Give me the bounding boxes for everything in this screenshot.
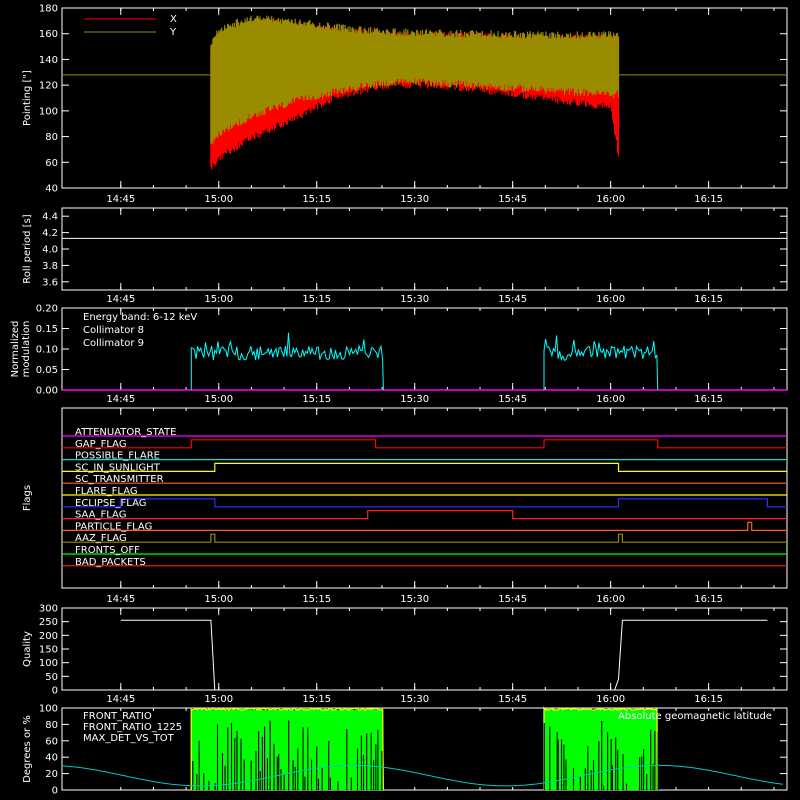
y-tick-label: 0.20 <box>36 304 58 315</box>
y-tick-label: 100 <box>39 704 58 715</box>
y-tick-label: 80 <box>45 132 58 143</box>
y-tick-label: 40 <box>45 753 58 764</box>
x-tick-label: 15:30 <box>400 194 429 205</box>
x-tick-label: 16:00 <box>596 194 625 205</box>
x-tick-label: 16:15 <box>694 194 723 205</box>
y-tick-label: 80 <box>45 720 58 731</box>
x-tick-label: 15:15 <box>302 694 331 705</box>
x-tick-label: 14:45 <box>106 594 135 605</box>
x-tick-label: 15:45 <box>498 594 527 605</box>
y-tick-label: 0.10 <box>36 345 58 356</box>
x-tick-label: 16:15 <box>694 694 723 705</box>
flag-label-fronts-off: FRONTS_OFF <box>75 545 140 556</box>
y-tick-label: 4.4 <box>42 212 58 223</box>
x-tick-label: 16:15 <box>694 394 723 405</box>
x-tick-label: 16:00 <box>596 694 625 705</box>
y-tick-label: 100 <box>39 658 58 669</box>
y-tick-label: 3.6 <box>42 277 58 288</box>
legend-label-collimator-9: Collimator 9 <box>83 338 144 349</box>
energy-band-annotation: Energy band: 6-12 keV <box>83 312 197 323</box>
y-tick-label: 180 <box>39 4 58 15</box>
y-tick-label: 250 <box>39 617 58 628</box>
flag-label-saa-flag: SAA_FLAG <box>75 510 126 521</box>
x-tick-label: 15:15 <box>302 294 331 305</box>
legend-label-collimator-8: Collimator 8 <box>83 325 144 336</box>
legend-label-max-det-vs-tot: MAX_DET_VS_TOT <box>83 733 175 744</box>
x-tick-label: 14:45 <box>106 394 135 405</box>
y-tick-label: 140 <box>39 55 58 66</box>
x-tick-label: 15:30 <box>400 294 429 305</box>
y-axis-label: Flags <box>22 485 33 511</box>
y-axis-label: Roll period [s] <box>22 214 33 283</box>
y-axis-label: Degrees or % <box>22 715 33 783</box>
x-tick-label: 15:00 <box>204 394 233 405</box>
x-tick-label: 15:45 <box>498 694 527 705</box>
y-tick-label: 60 <box>45 158 58 169</box>
x-tick-label: 15:45 <box>498 394 527 405</box>
x-tick-label: 15:45 <box>498 194 527 205</box>
y-tick-label: 60 <box>45 736 58 747</box>
flag-label-flare-flag: FLARE_FLAG <box>75 486 138 497</box>
legend-label-x: X <box>170 14 177 25</box>
x-tick-label: 16:00 <box>596 394 625 405</box>
flag-label-sc-transmitter: SC_TRANSMITTER <box>75 474 164 485</box>
x-tick-label: 15:30 <box>400 694 429 705</box>
x-tick-label: 15:45 <box>498 294 527 305</box>
geomagnetic-latitude-label: Absolute geomagnetic latitude <box>618 711 772 722</box>
y-tick-label: 160 <box>39 29 58 40</box>
y-axis-label-line2: modulation <box>21 321 32 378</box>
flag-label-sc-in-sunlight: SC_IN_SUNLIGHT <box>75 462 161 473</box>
y-tick-label: 20 <box>45 769 58 780</box>
y-tick-label: 4.2 <box>42 228 58 239</box>
y-axis-label-line1: Normalized <box>10 321 21 378</box>
hessi-quicklook-plot: 14:45 15:00 15:15 15:30 15:45 16:00 16:15 40 60 8… <box>0 0 800 800</box>
flag-label-eclipse-flag: ECLIPSE_FLAG <box>75 498 146 509</box>
x-tick-label: 15:00 <box>204 194 233 205</box>
x-tick-label: 16:00 <box>596 594 625 605</box>
x-tick-label: 15:15 <box>302 394 331 405</box>
flag-label-particle-flag: PARTICLE_FLAG <box>75 521 152 532</box>
x-tick-label: 14:45 <box>106 694 135 705</box>
y-tick-label: 40 <box>45 184 58 195</box>
y-tick-label: 300 <box>39 604 58 615</box>
flag-label-possible-flare: POSSIBLE_FLARE <box>75 451 160 462</box>
x-tick-label: 16:00 <box>596 294 625 305</box>
x-tick-label: 14:45 <box>106 194 135 205</box>
y-tick-label: 3.8 <box>42 261 58 272</box>
x-tick-label: 15:30 <box>400 594 429 605</box>
flag-label-bad-packets: BAD_PACKETS <box>75 557 146 568</box>
flag-label-attenuator-state: ATTENUATOR_STATE <box>75 427 176 438</box>
front-ratio-1225-bars <box>190 708 384 790</box>
y-axis-label: Quality <box>22 631 33 667</box>
legend-label-front-ratio-1225: FRONT_RATIO_1225 <box>83 722 182 733</box>
x-tick-label: 15:15 <box>302 594 331 605</box>
y-tick-label: 0.00 <box>36 386 58 397</box>
x-tick-label: 15:00 <box>204 294 233 305</box>
y-tick-label: 100 <box>39 106 58 117</box>
flag-label-gap-flag: GAP_FLAG <box>75 439 127 450</box>
y-tick-label: 50 <box>45 672 58 683</box>
y-tick-label: 0.15 <box>36 324 58 335</box>
y-tick-label: 0.05 <box>36 365 58 376</box>
x-tick-label: 15:15 <box>302 194 331 205</box>
x-tick-label: 15:00 <box>204 594 233 605</box>
y-tick-label: 0 <box>52 686 58 697</box>
legend-label-y: Y <box>169 27 177 38</box>
x-tick-label: 16:15 <box>694 294 723 305</box>
y-axis-label: Pointing ["] <box>22 70 33 126</box>
y-tick-label: 4.0 <box>42 245 58 256</box>
legend-label-front-ratio: FRONT_RATIO <box>83 711 152 722</box>
flag-label-aaz-flag: AAZ_FLAG <box>75 533 127 544</box>
plot-canvas: 14:45 15:00 15:15 15:30 15:45 16:00 16:15 40 60 8… <box>0 0 800 800</box>
y-tick-label: 120 <box>39 81 58 92</box>
x-tick-label: 15:00 <box>204 694 233 705</box>
y-tick-label: 200 <box>39 631 58 642</box>
y-tick-label: 0 <box>52 786 58 797</box>
x-tick-label: 15:30 <box>400 394 429 405</box>
x-tick-label: 14:45 <box>106 294 135 305</box>
x-tick-label: 16:15 <box>694 594 723 605</box>
y-tick-label: 150 <box>39 645 58 656</box>
